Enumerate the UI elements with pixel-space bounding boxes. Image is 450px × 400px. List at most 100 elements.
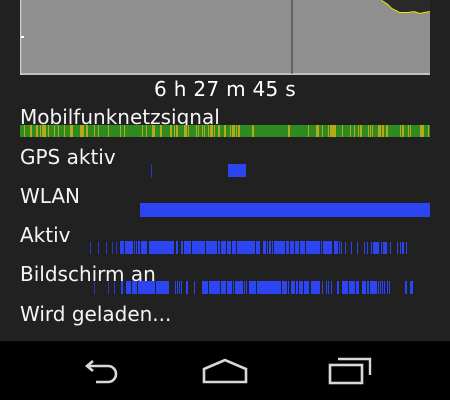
screen-slice xyxy=(210,281,211,294)
awake-slice xyxy=(374,242,375,254)
screen-slice xyxy=(218,281,219,294)
awake-slice xyxy=(242,241,243,254)
screen-slice xyxy=(204,281,205,294)
screen-slice xyxy=(166,281,167,294)
signal-weak-stripe xyxy=(152,125,154,137)
awake-slice xyxy=(244,241,245,254)
screen-slice xyxy=(293,281,294,294)
awake-slice xyxy=(234,241,235,254)
awake-slice xyxy=(257,241,258,254)
awake-slice xyxy=(403,242,404,254)
signal-weak-stripe xyxy=(44,125,46,137)
awake-slice xyxy=(187,241,188,254)
awake-slice xyxy=(188,241,189,254)
screen-slice xyxy=(145,281,146,294)
awake-slice xyxy=(223,241,224,254)
screen-slice xyxy=(160,281,161,294)
signal-weak-stripe xyxy=(154,125,155,137)
awake-slice xyxy=(243,241,244,254)
awake-slice xyxy=(218,241,219,254)
awake-slice xyxy=(345,242,346,254)
awake-slice xyxy=(258,241,259,254)
screen-slice xyxy=(163,281,164,294)
awake-slice xyxy=(311,241,312,254)
screen-slice xyxy=(269,281,270,294)
awake-slice xyxy=(377,242,378,254)
screen-slice xyxy=(358,281,359,294)
charging-label: Wird geladen... xyxy=(20,302,172,326)
screen-slice xyxy=(304,281,305,294)
battery-history-screen: 6 h 27 m 45 s Mobilfunknetzsignal GPS ak… xyxy=(0,0,450,400)
awake-slice xyxy=(213,241,214,254)
awake-slice xyxy=(154,241,155,254)
signal-weak-stripe xyxy=(202,125,203,137)
awake-slice xyxy=(274,241,275,254)
awake-slice xyxy=(176,241,177,254)
awake-slice xyxy=(160,241,161,254)
screen-slice xyxy=(350,281,351,294)
screen-slice xyxy=(149,281,150,294)
screen-slice xyxy=(284,281,285,294)
screen-slice xyxy=(161,281,162,294)
awake-slice xyxy=(196,241,197,254)
awake-slice xyxy=(267,241,268,254)
awake-slice xyxy=(277,241,278,254)
signal-weak-stripe xyxy=(36,125,38,137)
awake-slice xyxy=(402,242,403,254)
screen-slice xyxy=(389,281,390,294)
screen-slice xyxy=(213,281,214,294)
awake-slice xyxy=(222,241,223,254)
awake-slice xyxy=(170,241,171,254)
awake-slice xyxy=(254,241,255,254)
screen-slice xyxy=(314,281,315,294)
screen-slice xyxy=(146,281,147,294)
screen-slice xyxy=(135,281,136,294)
signal-weak-stripe xyxy=(72,125,73,137)
awake-slice xyxy=(328,241,329,254)
screen-slice xyxy=(130,281,131,294)
awake-slice xyxy=(182,241,183,254)
awake-slice xyxy=(239,241,240,254)
awake-slice xyxy=(276,241,277,254)
awake-slice xyxy=(164,241,165,254)
screen-slice xyxy=(264,281,265,294)
screen-slice xyxy=(363,281,364,294)
screen-slice xyxy=(275,281,276,294)
recents-button[interactable] xyxy=(300,341,400,400)
awake-slice xyxy=(171,241,172,254)
awake-slice xyxy=(317,241,318,254)
screen-slice xyxy=(283,281,284,294)
awake-slice xyxy=(325,241,326,254)
screen-slice xyxy=(343,281,344,294)
awake-slice xyxy=(327,241,328,254)
screen-slice xyxy=(236,281,237,294)
screen-slice xyxy=(375,281,376,294)
screen-slice xyxy=(240,281,241,294)
signal-weak-stripe xyxy=(420,125,422,137)
home-button[interactable] xyxy=(175,341,275,400)
back-button[interactable] xyxy=(50,341,150,400)
screen-slice xyxy=(242,281,243,294)
awake-slice xyxy=(216,241,217,254)
awake-slice xyxy=(162,241,163,254)
screen-slice xyxy=(280,281,281,294)
signal-weak-stripe xyxy=(142,125,143,137)
awake-slice xyxy=(385,242,386,254)
signal-weak-stripe xyxy=(318,125,319,137)
signal-weak-stripe xyxy=(204,125,205,137)
signal-weak-stripe xyxy=(186,125,187,137)
screen-slice xyxy=(277,281,278,294)
wlan-segment xyxy=(140,203,430,217)
gps-track xyxy=(20,164,430,178)
screen-slice xyxy=(311,281,312,294)
signal-weak-stripe xyxy=(212,125,213,137)
screen-slice xyxy=(273,281,274,294)
awake-slice xyxy=(241,241,242,254)
screen-slice xyxy=(374,281,375,294)
screen-slice xyxy=(268,281,269,294)
awake-slice xyxy=(270,241,271,254)
duration-label: 6 h 27 m 45 s xyxy=(154,77,296,101)
awake-slice xyxy=(321,241,322,254)
awake-slice xyxy=(123,241,124,254)
awake-slice xyxy=(406,242,407,254)
